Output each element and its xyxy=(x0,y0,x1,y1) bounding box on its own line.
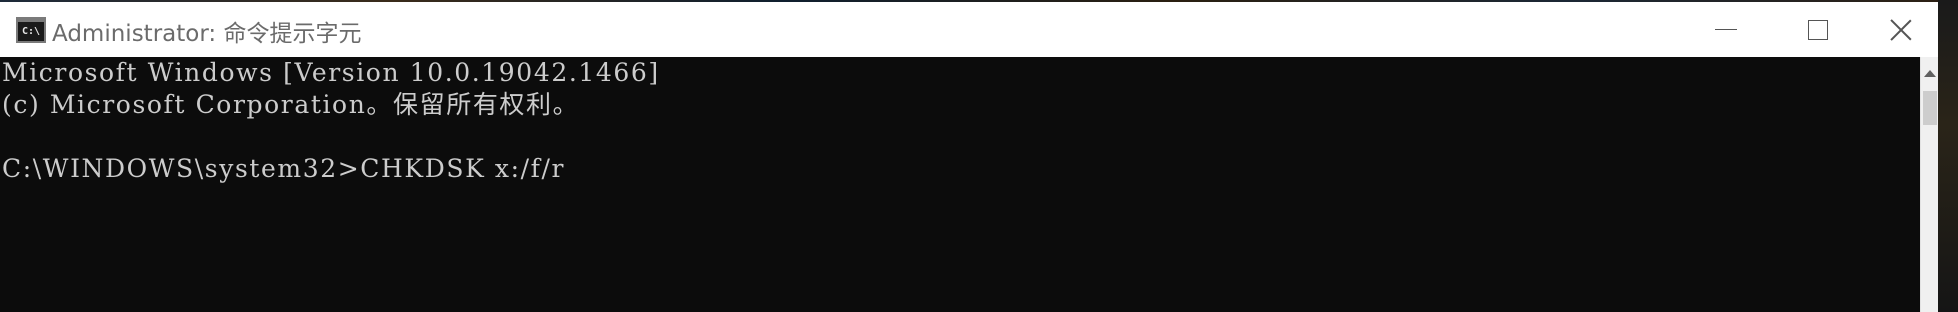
scroll-up-button[interactable] xyxy=(1921,65,1939,81)
minimize-icon xyxy=(1715,29,1737,30)
console-prompt-line[interactable]: C:\WINDOWS\system32>CHKDSK x:/f/r xyxy=(2,153,1920,185)
maximize-icon xyxy=(1808,19,1828,40)
console-line: (c) Microsoft Corporation。保留所有权利。 xyxy=(2,90,580,119)
close-button[interactable] xyxy=(1864,2,1938,57)
title-bar[interactable]: C:\ Administrator: 命令提示字元 xyxy=(0,2,1938,57)
scroll-thumb[interactable] xyxy=(1923,91,1937,125)
console-output[interactable]: Microsoft Windows [Version 10.0.19042.14… xyxy=(0,57,1920,312)
close-icon xyxy=(1890,19,1912,41)
console-line: Microsoft Windows [Version 10.0.19042.14… xyxy=(2,58,660,87)
command-prompt-window: C:\ Administrator: 命令提示字元 Microsoft Wind… xyxy=(0,0,1958,312)
vertical-scrollbar[interactable] xyxy=(1920,57,1938,312)
window-title: Administrator: 命令提示字元 xyxy=(52,21,362,47)
cmd-app-icon[interactable]: C:\ xyxy=(16,17,46,43)
scroll-up-arrow-icon xyxy=(1924,69,1936,77)
app-icon-label: C:\ xyxy=(21,25,41,37)
maximize-button[interactable] xyxy=(1772,2,1864,57)
minimize-button[interactable] xyxy=(1680,2,1772,57)
desktop-background-right xyxy=(1938,0,1958,312)
